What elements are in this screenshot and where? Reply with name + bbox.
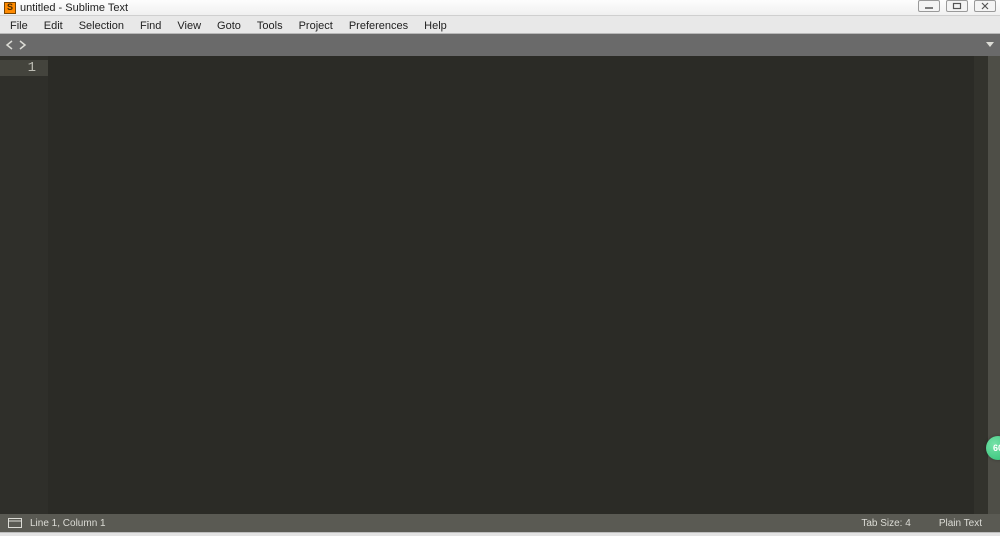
menu-view[interactable]: View (169, 16, 209, 33)
status-bar: Line 1, Column 1 Tab Size: 4 Plain Text (0, 514, 1000, 532)
menu-project[interactable]: Project (291, 16, 341, 33)
menu-file[interactable]: File (2, 16, 36, 33)
menubar: File Edit Selection Find View Goto Tools… (0, 16, 1000, 34)
menu-edit[interactable]: Edit (36, 16, 71, 33)
gutter-line-number: 1 (0, 60, 48, 76)
maximize-button[interactable] (946, 0, 968, 12)
window-titlebar: S untitled - Sublime Text (0, 0, 1000, 16)
menu-goto[interactable]: Goto (209, 16, 249, 33)
close-button[interactable] (974, 0, 996, 12)
minimap[interactable] (974, 56, 988, 514)
minimize-button[interactable] (918, 0, 940, 12)
status-syntax[interactable]: Plain Text (929, 518, 992, 529)
tab-dropdown-icon[interactable] (984, 37, 996, 55)
text-editor[interactable] (48, 56, 974, 514)
tab-prev-icon[interactable] (4, 39, 16, 51)
vertical-scrollbar[interactable] (988, 56, 1000, 514)
menu-help[interactable]: Help (416, 16, 455, 33)
tab-nav-arrows (4, 39, 28, 51)
tab-strip (0, 34, 1000, 56)
window-controls (918, 0, 996, 12)
menu-preferences[interactable]: Preferences (341, 16, 416, 33)
tab-next-icon[interactable] (16, 39, 28, 51)
editor-area: 1 60 (0, 56, 1000, 514)
panel-switcher-icon[interactable] (8, 518, 22, 528)
menu-find[interactable]: Find (132, 16, 169, 33)
menu-selection[interactable]: Selection (71, 16, 132, 33)
gutter: 1 (0, 56, 48, 514)
menu-tools[interactable]: Tools (249, 16, 291, 33)
window-title: untitled - Sublime Text (20, 2, 128, 14)
app-icon: S (4, 2, 16, 14)
os-taskbar-hint (0, 532, 1000, 536)
status-tab-size[interactable]: Tab Size: 4 (851, 518, 920, 529)
status-line-column[interactable]: Line 1, Column 1 (30, 518, 106, 529)
